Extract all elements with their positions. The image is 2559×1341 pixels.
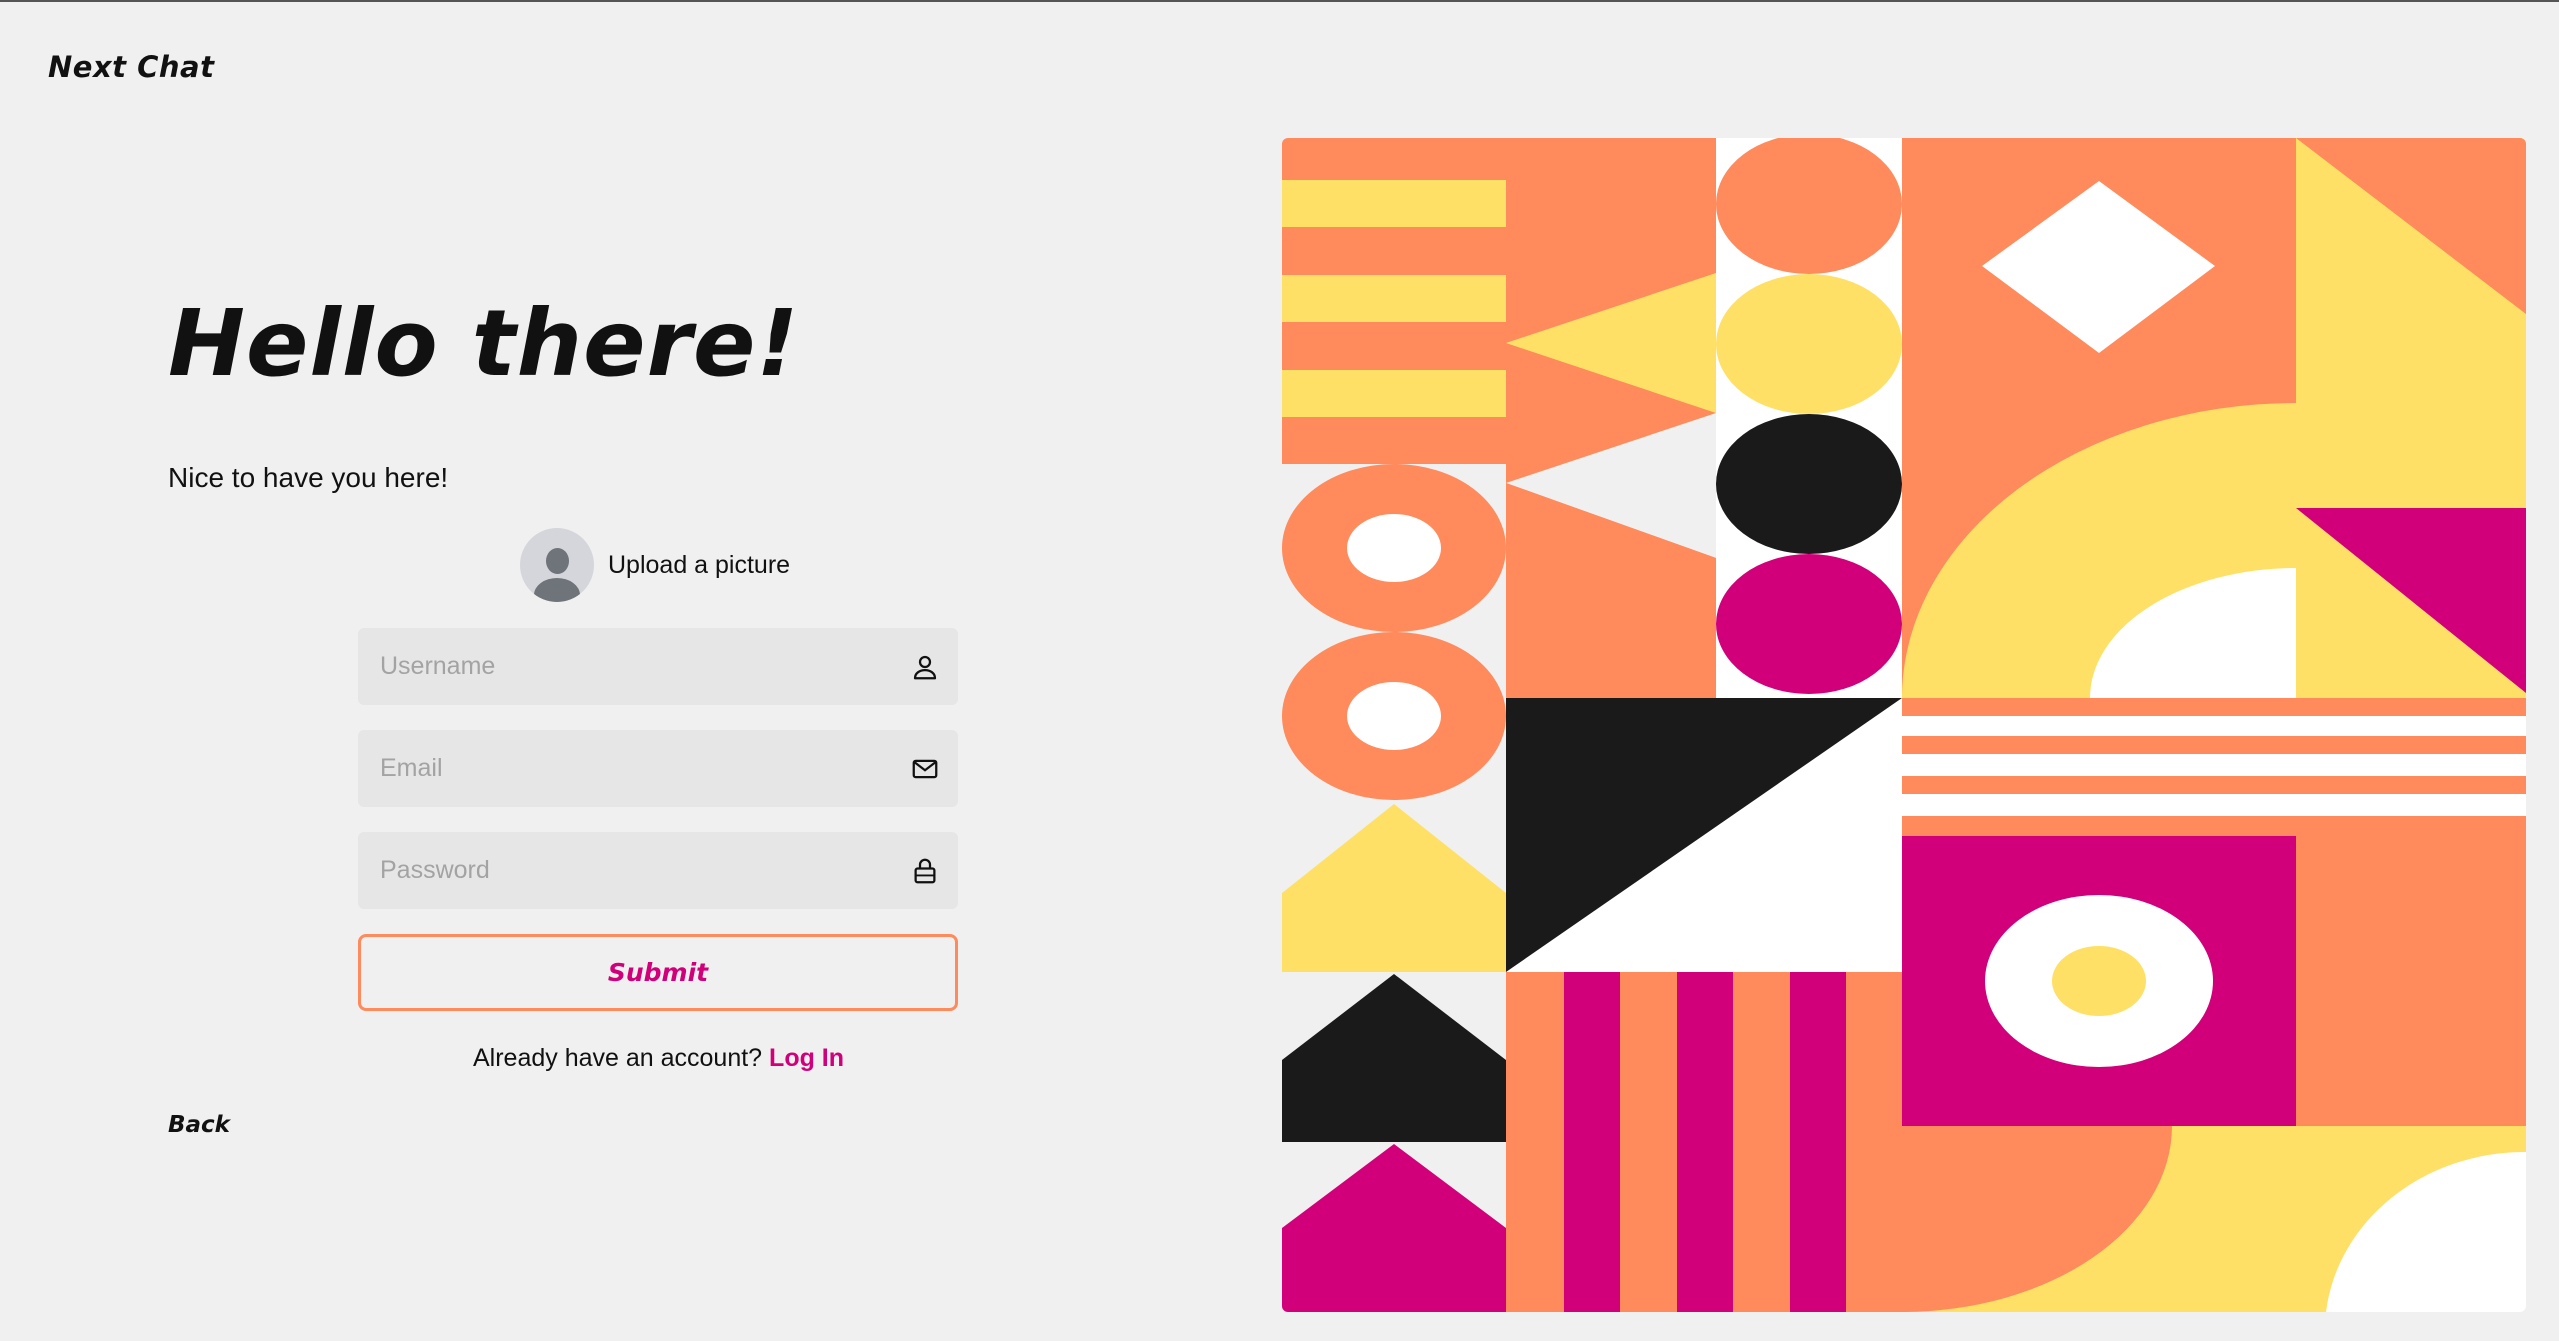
- password-field[interactable]: [358, 832, 958, 909]
- mail-icon: [912, 759, 938, 778]
- page-title: Hello there!: [168, 290, 800, 397]
- username-input[interactable]: [358, 651, 910, 682]
- user-icon: [913, 655, 937, 679]
- upload-picture-button[interactable]: Upload a picture: [520, 528, 790, 602]
- brand-logo[interactable]: Next Chat: [48, 50, 214, 84]
- decorative-geometric-artwork: [1282, 138, 2526, 1312]
- email-field[interactable]: [358, 730, 958, 807]
- password-input[interactable]: [358, 855, 910, 886]
- back-link[interactable]: Back: [168, 1112, 230, 1138]
- email-input[interactable]: [358, 753, 910, 784]
- upload-picture-label: Upload a picture: [608, 550, 791, 579]
- page-subtitle: Nice to have you here!: [168, 462, 449, 493]
- username-field[interactable]: [358, 628, 958, 705]
- login-prompt-text: Already have an account?: [473, 1044, 763, 1072]
- submit-button[interactable]: Submit: [358, 934, 958, 1011]
- lock-icon: [914, 858, 936, 883]
- top-border: [0, 0, 2559, 2]
- login-prompt-row: Already have an account? Log In: [473, 1044, 844, 1073]
- avatar-placeholder-icon: [520, 528, 594, 602]
- login-link[interactable]: Log In: [769, 1044, 844, 1072]
